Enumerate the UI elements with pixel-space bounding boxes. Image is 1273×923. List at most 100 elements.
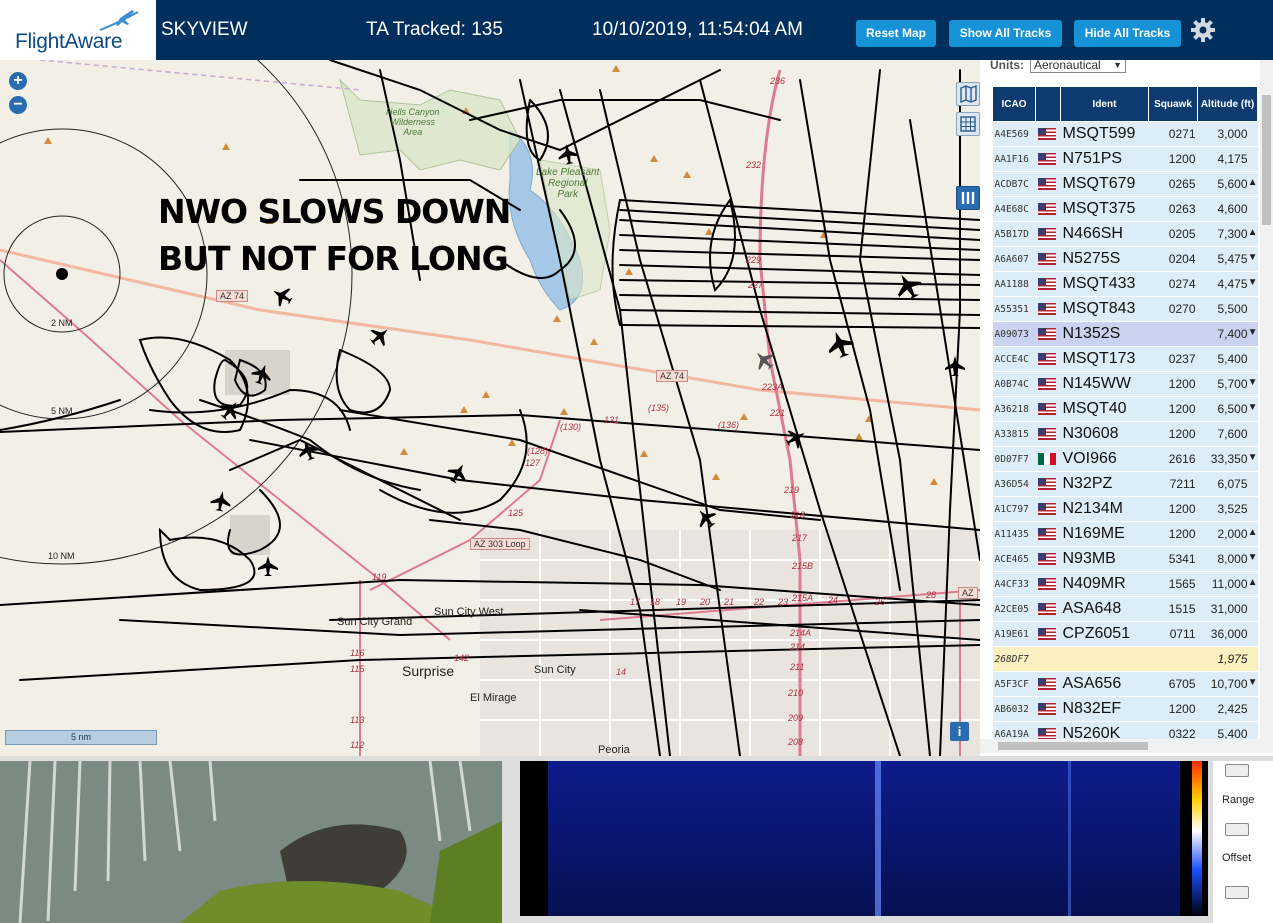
aircraft-row[interactable]: AA1188 MSQT433 0274 4,475 ▼ [992,271,1258,297]
flag-cell [1035,471,1061,497]
aircraft-row[interactable]: AB6032 N832EF 1200 2,425 [992,696,1258,722]
us-flag-icon [1037,628,1056,641]
offset-slider[interactable] [1225,823,1249,836]
ident-cell: N466SH [1060,221,1149,247]
ident-cell: N145WW [1060,371,1149,397]
flag-cell [1035,171,1061,197]
aircraft-row[interactable]: A5B17D N466SH 0205 7,300 ▲ [992,221,1258,247]
aircraft-row[interactable]: A09073 N1352S 7,400 ▼ [992,321,1258,347]
reset-map-button[interactable]: Reset Map [856,20,936,47]
info-button[interactable]: i [950,722,969,741]
aircraft-row[interactable]: A6A607 N5275S 0204 5,475 ▼ [992,246,1258,272]
aircraft-row[interactable]: A36D54 N32PZ 7211 6,075 [992,471,1258,497]
ident-cell: CPZ6051 [1060,621,1149,647]
zoom-out-button[interactable]: − [9,96,27,114]
aircraft-row[interactable]: A5F3CF ASA656 6705 10,700 ▼ [992,671,1258,697]
app-title: SKYVIEW [161,19,248,40]
altitude-trend-icon: ▼ [1247,377,1258,388]
column-header-squawk[interactable]: Squawk [1148,86,1198,122]
hide-all-tracks-button[interactable]: Hide All Tracks [1074,20,1181,47]
altitude-value: 7,400 [1217,327,1248,341]
route-label: 229 [746,255,762,265]
aircraft-row[interactable]: ACE465 N93MB 5341 8,000 ▼ [992,546,1258,572]
squawk-cell: 0274 [1148,271,1198,297]
gear-icon[interactable] [1190,17,1216,43]
aircraft-row[interactable]: A36218 MSQT40 1200 6,500 ▼ [992,396,1258,422]
aircraft-row[interactable]: A55351 MSQT843 0270 5,500 [992,296,1258,322]
altitude-value: 5,475 [1217,252,1248,266]
column-header-ident[interactable]: Ident [1060,86,1149,122]
aircraft-row[interactable]: A0B74C N145WW 1200 5,700 ▼ [992,371,1258,397]
logo-text: FlightAware [15,30,123,53]
column-header-icao[interactable]: ICAO [992,86,1036,122]
units-select[interactable]: Aeronautical ▼ [1030,60,1126,73]
vertical-scroll-thumb[interactable] [1262,95,1271,225]
ident-cell: MSQT40 [1060,396,1149,422]
flag-cell [1035,596,1061,622]
ident-cell: MSQT599 [1060,121,1149,147]
route-label: 208 [788,737,804,747]
route-label: 214A [790,628,812,638]
squawk-cell: 1515 [1148,596,1198,622]
aircraft-row[interactable]: A33815 N30608 1200 7,600 [992,421,1258,447]
scale-bar: 5 nm [5,730,157,745]
map-canvas [0,60,980,756]
altitude-cell: 3,000 [1197,121,1258,147]
icao-cell: A4CF33 [992,571,1036,597]
range-upper-slider[interactable] [1225,764,1249,777]
spectrum-controls: Range Offset [1213,761,1273,923]
route-label: 210 [788,688,804,698]
squawk-cell: 1200 [1148,521,1198,547]
aircraft-row[interactable]: A4E569 MSQT599 0271 3,000 [992,121,1258,147]
grid-icon[interactable] [956,112,980,136]
aircraft-row[interactable]: ACDB7C MSQT679 0265 5,600 ▲ [992,171,1258,197]
altitude-value: 4,175 [1217,152,1248,166]
squawk-cell: 1200 [1148,396,1198,422]
table-horizontal-scrollbar[interactable] [980,739,1273,753]
aircraft-table-body: A4E569 MSQT599 0271 3,000 AA1F16 N751PS 1200 4,… [992,121,1258,747]
horizontal-scroll-thumb[interactable] [998,742,1148,750]
show-all-tracks-button[interactable]: Show All Tracks [949,20,1062,47]
aircraft-row[interactable]: 0D07F7 VOI966 2616 33,350 ▼ [992,446,1258,472]
aircraft-row[interactable]: A19E61 CPZ6051 0711 36,000 [992,621,1258,647]
aircraft-row[interactable]: A11435 N169ME 1200 2,000 ▲ [992,521,1258,547]
aircraft-row[interactable]: A4CF33 N409MR 1565 11,000 ▲ [992,571,1258,597]
icao-cell: A6A607 [992,246,1036,272]
us-flag-icon [1037,253,1056,266]
squawk-cell: 1565 [1148,571,1198,597]
units-select-value: Aeronautical [1034,60,1101,72]
aircraft-row[interactable]: A1C797 N2134M 1200 3,525 [992,496,1258,522]
altitude-value: 3,525 [1217,502,1248,516]
zoom-in-button[interactable]: + [9,72,27,90]
us-flag-icon [1037,603,1056,616]
aircraft-row[interactable]: AA1F16 N751PS 1200 4,175 [992,146,1258,172]
overlay-caption: NWO SLOWS DOWN BUT NOT FOR LONG [158,188,511,282]
altitude-trend-icon: ▼ [1247,252,1258,263]
altitude-value: 31,000 [1210,602,1248,616]
us-flag-icon [1037,528,1056,541]
route-label: 127 [525,458,541,468]
altitude-trend-icon: ▲ [1247,227,1258,238]
aircraft-row[interactable]: ACCE4C MSQT173 0237 5,400 [992,346,1258,372]
column-header-flag[interactable] [1035,86,1061,122]
altitude-trend-icon: ▲ [1247,577,1258,588]
range-lower-slider[interactable] [1225,886,1249,899]
table-vertical-scrollbar[interactable] [1260,60,1273,740]
icao-cell: A0B74C [992,371,1036,397]
aircraft-row[interactable]: A2CE05 ASA648 1515 31,000 [992,596,1258,622]
aircraft-row[interactable]: 268DF7 1,975 [992,646,1258,672]
squawk-cell: 0204 [1148,246,1198,272]
aircraft-row[interactable]: A4E68C MSQT375 0263 4,600 [992,196,1258,222]
flightaware-logo[interactable]: FlightAware [0,0,156,60]
place-sun-city-west: Sun City West [434,606,504,618]
ident-cell: N409MR [1060,571,1149,597]
icao-cell: A4E569 [992,121,1036,147]
flag-cell [1035,371,1061,397]
column-header-altitude[interactable]: Altitude (ft) [1197,86,1258,122]
squawk-cell: 0265 [1148,171,1198,197]
map-layers-icon[interactable] [956,82,980,106]
map-view[interactable]: + − NWO SLOWS DOWN BUT NOT FOR LONG 2 NM… [0,60,980,756]
flag-cell [1035,221,1061,247]
icao-cell: A5F3CF [992,671,1036,697]
columns-toggle-icon[interactable] [956,186,980,210]
